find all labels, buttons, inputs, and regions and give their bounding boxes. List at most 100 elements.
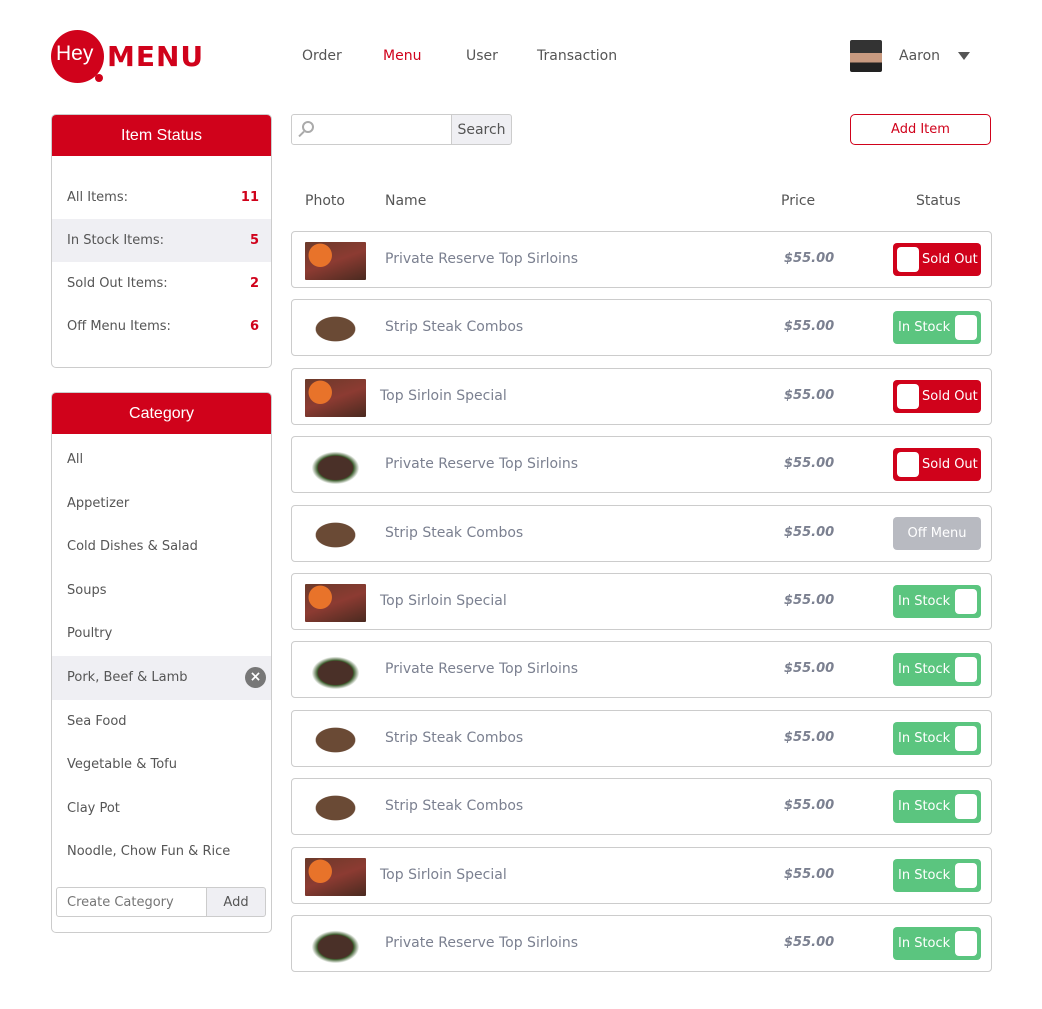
chevron-down-icon[interactable] (958, 52, 970, 60)
item-price: $55.00 (784, 729, 835, 745)
status-toggle[interactable]: In Stock (893, 653, 981, 687)
item-photo (305, 789, 366, 828)
status-toggle[interactable]: In Stock (893, 790, 981, 824)
category-item[interactable]: Pork, Beef & Lamb × (52, 655, 271, 700)
category-panel: Category All Appetizer Cold Dishes & Salad… (51, 392, 272, 933)
table-row[interactable]: Private Reserve Top Sirloins $55.00 In Sto… (291, 915, 992, 972)
item-price: $55.00 (784, 251, 835, 266)
status-toggle[interactable]: In Stock (893, 927, 981, 960)
search-input[interactable] (291, 114, 452, 145)
table-row[interactable]: Strip Steak Combos $55.00 In Stock (291, 709, 992, 767)
category-item[interactable]: Soups (52, 569, 271, 613)
status-label: In Stock (898, 320, 951, 336)
status-label: In Stock (898, 799, 951, 815)
table-row[interactable]: Top Sirloin Special $55.00 In Stock (291, 573, 992, 630)
status-filter-label: Off Menu Items: (67, 319, 171, 334)
header-name: Name (385, 193, 427, 209)
item-price: $55.00 (784, 866, 835, 882)
status-toggle[interactable]: In Stock (893, 311, 981, 345)
category-title: Category (52, 393, 271, 434)
category-item[interactable]: Cold Dishes & Salad (52, 525, 271, 569)
status-label: Off Menu (907, 525, 967, 541)
status-label: In Stock (898, 867, 951, 883)
item-name: Strip Steak Combos (385, 524, 524, 541)
item-name: Private Reserve Top Sirloins (385, 935, 579, 951)
status-toggle[interactable]: Sold Out (893, 243, 981, 276)
category-item[interactable]: Clay Pot (52, 787, 271, 831)
status-toggle[interactable]: Sold Out (893, 379, 981, 413)
status-filter-row[interactable]: All Items: 11 (52, 176, 271, 219)
status-label: In Stock (898, 662, 951, 678)
status-filter-label: In Stock Items: (67, 233, 165, 248)
toggle-knob (955, 315, 977, 341)
item-price: $55.00 (784, 661, 835, 677)
item-price: $55.00 (784, 593, 835, 608)
category-item[interactable]: Vegetable & Tofu (52, 743, 271, 787)
table-row[interactable]: Strip Steak Combos $55.00 In Stock (291, 778, 992, 836)
status-toggle[interactable]: Sold Out (893, 448, 981, 482)
nav-transaction[interactable]: Transaction (537, 48, 617, 64)
item-photo (305, 242, 366, 280)
table-row[interactable]: Private Reserve Top Sirloins $55.00 Sold O… (291, 231, 992, 288)
header-status: Status (916, 193, 961, 209)
create-category-input[interactable] (56, 887, 207, 917)
category-item[interactable]: Appetizer (52, 482, 271, 526)
add-category-button[interactable]: Add (206, 887, 266, 917)
status-filter-count: 5 (249, 233, 259, 248)
status-toggle[interactable]: In Stock (893, 585, 981, 618)
status-toggle[interactable]: In Stock (893, 721, 981, 755)
table-row[interactable]: Strip Steak Combos $55.00 In Stock (291, 299, 992, 357)
item-photo (305, 447, 366, 486)
search-button[interactable]: Search (451, 114, 512, 145)
nav-menu[interactable]: Menu (383, 48, 421, 64)
status-filter-row[interactable]: In Stock Items: 5 (52, 219, 271, 262)
table-row[interactable]: Private Reserve Top Sirloins $55.00 In Sto… (291, 641, 992, 699)
logo-menu: MENU (107, 40, 205, 73)
toggle-knob (897, 452, 919, 478)
add-item-button[interactable]: Add Item (850, 114, 991, 145)
item-name: Top Sirloin Special (380, 387, 507, 404)
item-name: Private Reserve Top Sirloins (385, 661, 579, 678)
category-item[interactable]: Sea Food (52, 700, 271, 744)
table-row[interactable]: Top Sirloin Special $55.00 In Stock (291, 846, 992, 904)
status-label: In Stock (898, 594, 951, 609)
table-row[interactable]: Private Reserve Top Sirloins $55.00 Sold O… (291, 436, 992, 494)
item-photo (305, 310, 366, 349)
category-item[interactable]: Noodle, Chow Fun & Rice (52, 830, 271, 874)
item-name: Strip Steak Combos (385, 319, 524, 336)
user-name[interactable]: Aaron (899, 48, 940, 64)
header-price: Price (781, 193, 816, 209)
toggle-knob (955, 589, 977, 614)
item-name: Top Sirloin Special (380, 593, 507, 609)
item-price: $55.00 (784, 387, 835, 403)
status-filter-label: Sold Out Items: (67, 276, 168, 291)
table-row[interactable]: Strip Steak Combos $55.00 Off Menu (291, 504, 992, 562)
status-filter-row[interactable]: Sold Out Items: 2 (52, 262, 271, 305)
category-item[interactable]: Poultry (52, 612, 271, 656)
nav-order[interactable]: Order (302, 48, 342, 64)
status-filter-row[interactable]: Off Menu Items: 6 (52, 305, 271, 348)
item-photo (305, 652, 366, 691)
item-photo (305, 515, 366, 554)
item-photo (305, 378, 366, 417)
avatar[interactable] (850, 40, 882, 72)
toggle-knob (955, 862, 977, 888)
item-price: $55.00 (784, 798, 835, 814)
table-row[interactable]: Top Sirloin Special $55.00 Sold Out (291, 367, 992, 425)
item-photo (305, 857, 366, 896)
item-price: $55.00 (784, 935, 835, 950)
logo[interactable]: Hey MENU (51, 30, 205, 85)
item-price: $55.00 (784, 524, 835, 540)
status-filter-count: 6 (249, 319, 259, 334)
item-photo (305, 926, 366, 964)
category-item[interactable]: All (52, 438, 271, 482)
search-icon (302, 121, 314, 133)
nav-user[interactable]: User (466, 48, 498, 64)
item-price: $55.00 (784, 456, 835, 472)
toggle-knob (955, 794, 977, 820)
item-status-title: Item Status (52, 115, 271, 156)
status-toggle[interactable]: Off Menu (893, 516, 981, 550)
close-icon[interactable]: × (245, 666, 266, 688)
status-toggle[interactable]: In Stock (893, 858, 981, 892)
status-label: Sold Out (922, 388, 978, 404)
